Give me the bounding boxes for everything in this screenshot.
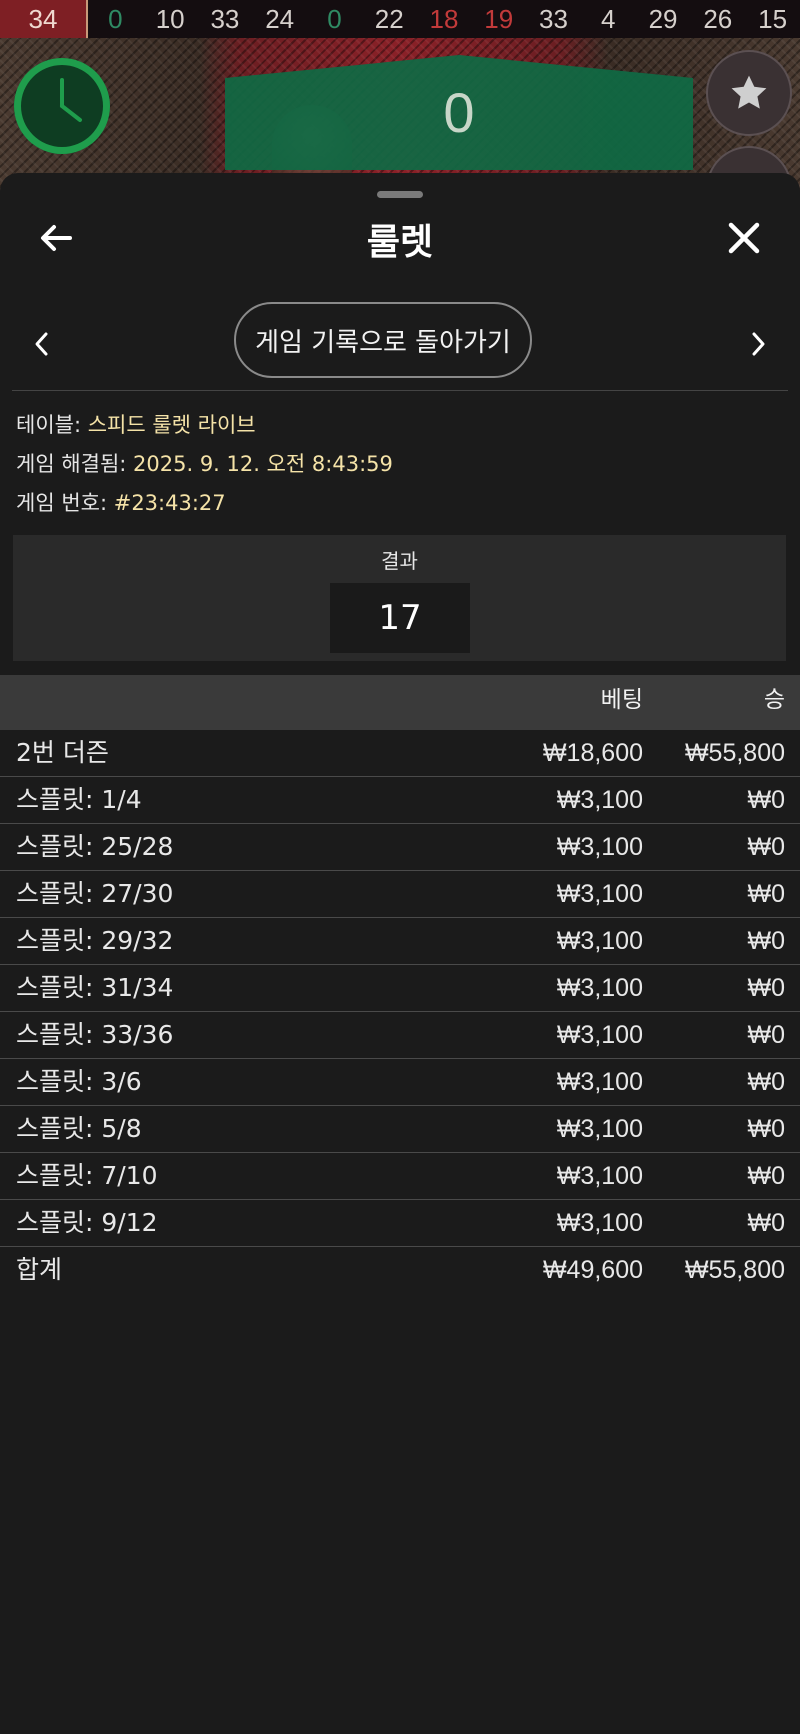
history-number: 26 xyxy=(703,4,733,34)
table-row: 2번 더즌 ₩18,600 ₩55,800 xyxy=(0,730,800,777)
scoreboard-value: 0 xyxy=(443,81,475,144)
history-number: 18 xyxy=(429,4,459,34)
table-row: 스플릿: 3/6 ₩3,100 ₩0 xyxy=(0,1059,800,1106)
history-number: 24 xyxy=(265,4,295,34)
history-number: 0 xyxy=(327,4,342,34)
back-to-history-button[interactable]: 게임 기록으로 돌아가기 xyxy=(234,302,532,378)
bet-name: 2번 더즌 xyxy=(16,738,109,767)
game-details-sheet: 룰렛 게임 기록으로 돌아가기 테이블: 스피드 룰렛 라이브 게임 해결됨: … xyxy=(0,173,800,1734)
bet-name: 스플릿: 1/4 xyxy=(16,785,142,814)
total-label: 합계 xyxy=(16,1255,63,1284)
bet-amount: ₩3,100 xyxy=(556,927,643,955)
history-number: 15 xyxy=(758,4,788,34)
history-number: 34 xyxy=(0,0,88,38)
win-amount: ₩0 xyxy=(747,833,786,861)
table-row: 스플릿: 25/28 ₩3,100 ₩0 xyxy=(0,824,800,871)
bet-name: 스플릿: 5/8 xyxy=(16,1114,142,1143)
table-row: 스플릿: 31/34 ₩3,100 ₩0 xyxy=(0,965,800,1012)
history-number: 33 xyxy=(210,4,240,34)
bet-name: 스플릿: 29/32 xyxy=(16,926,174,955)
next-game-button[interactable] xyxy=(746,328,770,360)
chevron-left-icon xyxy=(35,332,48,356)
history-number: 33 xyxy=(539,4,568,34)
table-info: 테이블: 스피드 룰렛 라이브 xyxy=(16,409,256,439)
table-row: 스플릿: 33/36 ₩3,100 ₩0 xyxy=(0,1012,800,1059)
table-row: 스플릿: 1/4 ₩3,100 ₩0 xyxy=(0,777,800,824)
bet-table: 2번 더즌 ₩18,600 ₩55,800 스플릿: 1/4 ₩3,100 ₩0… xyxy=(0,730,800,1293)
bet-amount: ₩3,100 xyxy=(556,974,643,1002)
win-amount: ₩0 xyxy=(747,1068,786,1096)
result-history-bar: 34 0 10 33 24 0 22 18 19 33 4 29 26 15 xyxy=(0,0,800,38)
game-number-info: 게임 번호: #23:43:27 xyxy=(16,487,226,517)
bet-name: 스플릿: 3/6 xyxy=(16,1067,142,1096)
result-label: 결과 xyxy=(381,549,418,573)
bet-name: 스플릿: 31/34 xyxy=(16,973,174,1002)
bet-amount: ₩3,100 xyxy=(556,1068,643,1096)
bet-amount: ₩3,100 xyxy=(556,1115,643,1143)
divider xyxy=(12,390,788,391)
win-amount: ₩0 xyxy=(747,880,786,908)
table-label: 테이블: xyxy=(16,413,88,437)
win-amount: ₩55,800 xyxy=(684,739,785,767)
total-row: 합계 ₩49,600 ₩55,800 xyxy=(0,1247,800,1293)
table-row: 스플릿: 5/8 ₩3,100 ₩0 xyxy=(0,1106,800,1153)
resolved-label: 게임 해결됨: xyxy=(16,452,134,476)
win-amount: ₩0 xyxy=(747,786,786,814)
bet-amount: ₩3,100 xyxy=(556,1162,643,1190)
win-amount: ₩0 xyxy=(747,1021,786,1049)
table-header: 베팅 승 xyxy=(0,675,800,730)
bet-amount: ₩3,100 xyxy=(556,1021,643,1049)
history-number: 0 xyxy=(108,4,123,34)
column-header-bet: 베팅 xyxy=(600,687,643,713)
history-number: 10 xyxy=(155,4,185,34)
bet-amount: ₩3,100 xyxy=(556,1209,643,1237)
table-value: 스피드 룰렛 라이브 xyxy=(87,413,256,437)
history-number: 4 xyxy=(601,4,616,34)
table-row: 스플릿: 29/32 ₩3,100 ₩0 xyxy=(0,918,800,965)
history-number: 19 xyxy=(484,4,514,34)
chevron-right-icon xyxy=(752,332,765,356)
win-amount: ₩0 xyxy=(747,1209,786,1237)
bet-name: 스플릿: 33/36 xyxy=(16,1020,174,1049)
sheet-grabber[interactable] xyxy=(377,191,423,198)
sheet-title: 룰렛 xyxy=(366,222,434,263)
favorite-button[interactable] xyxy=(706,50,792,136)
close-icon xyxy=(728,222,760,254)
table-row: 스플릿: 7/10 ₩3,100 ₩0 xyxy=(0,1153,800,1200)
win-amount: ₩0 xyxy=(747,974,786,1002)
clock-icon xyxy=(14,58,110,154)
close-button[interactable] xyxy=(724,218,764,258)
game-number-label: 게임 번호: xyxy=(16,491,114,515)
history-number: 22 xyxy=(374,4,404,34)
win-amount: ₩0 xyxy=(747,1115,786,1143)
bet-amount: ₩18,600 xyxy=(542,739,643,767)
table-row: 스플릿: 27/30 ₩3,100 ₩0 xyxy=(0,871,800,918)
resolved-value: 2025. 9. 12. 오전 8:43:59 xyxy=(133,452,393,476)
star-icon xyxy=(731,75,767,109)
game-background: 34 0 10 33 24 0 22 18 19 33 4 29 26 15 0 xyxy=(0,0,800,200)
bet-name: 스플릿: 25/28 xyxy=(16,832,174,861)
total-win: ₩55,800 xyxy=(684,1256,785,1284)
win-amount: ₩0 xyxy=(747,927,786,955)
bet-amount: ₩3,100 xyxy=(556,833,643,861)
column-header-win: 승 xyxy=(763,687,785,713)
previous-game-button[interactable] xyxy=(30,328,54,360)
bet-name: 스플릿: 9/12 xyxy=(16,1208,158,1237)
resolved-info: 게임 해결됨: 2025. 9. 12. 오전 8:43:59 xyxy=(16,448,393,478)
bet-name: 스플릿: 27/30 xyxy=(16,879,174,908)
bet-name: 스플릿: 7/10 xyxy=(16,1161,158,1190)
result-number: 17 xyxy=(330,583,470,653)
game-number-value: #23:43:27 xyxy=(113,491,226,515)
bet-amount: ₩3,100 xyxy=(556,786,643,814)
table-row: 스플릿: 9/12 ₩3,100 ₩0 xyxy=(0,1200,800,1247)
bet-amount: ₩3,100 xyxy=(556,880,643,908)
history-number: 29 xyxy=(648,4,678,34)
total-bet: ₩49,600 xyxy=(542,1256,643,1284)
result-panel: 결과 17 xyxy=(13,535,786,661)
win-amount: ₩0 xyxy=(747,1162,786,1190)
